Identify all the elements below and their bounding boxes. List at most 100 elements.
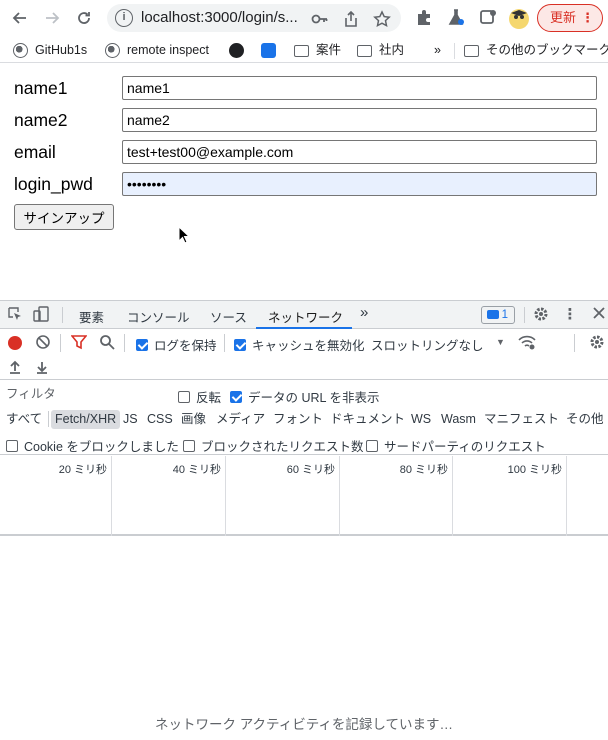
disable-cache-label: キャッシュを無効化	[252, 339, 365, 353]
toolbar-divider	[124, 334, 125, 352]
type-filter-ws[interactable]: WS	[407, 410, 435, 429]
key-icon[interactable]	[311, 10, 329, 28]
device-toolbar-icon[interactable]	[32, 306, 50, 324]
type-filter-manifest[interactable]: マニフェスト	[480, 410, 563, 429]
disable-cache-checkbox[interactable]: キャッシュを無効化	[234, 335, 365, 354]
hide-data-urls-checkbox[interactable]: データの URL を非表示	[230, 387, 380, 406]
third-party-checkbox[interactable]: サードパーティのリクエスト	[366, 436, 546, 455]
mouse-cursor-icon	[178, 226, 190, 244]
record-icon[interactable]	[8, 336, 22, 350]
search-icon[interactable]	[98, 334, 116, 352]
bookmark-github[interactable]	[229, 41, 251, 59]
resource-type-filters: すべて Fetch/XHR JS CSS 画像 メディア フォント ドキュメント…	[0, 407, 608, 431]
network-conditions-wifi-icon[interactable]	[518, 334, 536, 352]
tab-sources[interactable]: ソース	[210, 307, 247, 326]
network-overview-timeline[interactable]: 20 ミリ秒 40 ミリ秒 60 ミリ秒 80 ミリ秒 100 ミリ秒	[0, 456, 608, 536]
bookmark-remote-inspect[interactable]: remote inspect	[105, 41, 209, 59]
preserve-log-checkbox[interactable]: ログを保持	[136, 335, 217, 354]
recording-status-text: ネットワーク アクティビティを記録しています…	[154, 717, 454, 732]
globe-icon	[13, 42, 28, 58]
more-options-icon[interactable]: ⋮	[561, 306, 579, 324]
type-filter-all[interactable]: すべて	[2, 410, 46, 429]
filter-funnel-icon[interactable]	[70, 334, 88, 352]
folder-icon	[294, 45, 309, 57]
bookmark-label: 案件	[316, 43, 342, 57]
bookmark-folder-anken[interactable]: 案件	[294, 41, 341, 59]
type-filter-doc[interactable]: ドキュメント	[326, 410, 409, 429]
inspect-element-icon[interactable]	[6, 306, 24, 324]
clear-icon[interactable]	[34, 334, 52, 352]
type-filter-js[interactable]: JS	[119, 410, 142, 429]
name1-label: name1	[14, 78, 68, 98]
profile-avatar-icon[interactable]	[508, 8, 529, 29]
checkbox-checked	[136, 338, 148, 351]
update-label: 更新	[550, 10, 577, 25]
tab-divider	[524, 307, 525, 323]
update-button[interactable]: 更新 ⋮	[537, 4, 603, 32]
close-devtools-icon[interactable]	[590, 306, 608, 324]
blocked-cookies-checkbox[interactable]: Cookie をブロックしました	[6, 436, 179, 455]
type-filter-media[interactable]: メディア	[212, 410, 269, 429]
import-har-upload-icon[interactable]	[6, 360, 24, 378]
tick-label: 60 ミリ秒	[286, 464, 335, 476]
name2-input[interactable]	[122, 108, 597, 132]
type-filter-fetch-xhr[interactable]: Fetch/XHR	[51, 410, 121, 429]
star-icon[interactable]	[373, 10, 391, 28]
tab-elements[interactable]: 要素	[79, 307, 104, 326]
app-icon	[261, 42, 276, 58]
bookmark-github1s[interactable]: GitHub1s	[13, 41, 87, 59]
bookmark-app[interactable]	[261, 41, 283, 59]
signup-button[interactable]: サインアップ	[14, 204, 114, 230]
type-divider	[48, 411, 49, 427]
blocked-requests-label: ブロックされたリクエスト数	[201, 440, 364, 454]
throttling-select[interactable]: スロットリングなし	[371, 335, 484, 354]
name1-input[interactable]	[122, 76, 597, 100]
site-info-icon[interactable]: i	[115, 9, 133, 27]
type-filter-other[interactable]: その他	[562, 410, 608, 429]
dropdown-arrow-icon: ▼	[496, 337, 505, 347]
bookmarks-divider	[454, 43, 455, 59]
media-square-icon[interactable]	[478, 8, 498, 28]
blocked-requests-checkbox[interactable]: ブロックされたリクエスト数	[183, 436, 364, 455]
blocked-filters: Cookie をブロックしました ブロックされたリクエスト数 サードパーティのリ…	[0, 431, 608, 455]
login-pwd-input[interactable]	[122, 172, 597, 196]
address-bar[interactable]: i localhost:3000/login/s...	[107, 4, 401, 32]
lab-flask-icon[interactable]	[446, 8, 466, 28]
tab-network[interactable]: ネットワーク	[268, 307, 343, 326]
back-arrow-icon[interactable]	[8, 6, 32, 30]
share-icon[interactable]	[342, 10, 360, 28]
filter-input[interactable]	[2, 385, 165, 403]
type-filter-img[interactable]: 画像	[177, 410, 210, 429]
bookmark-other[interactable]: その他のブックマーク	[464, 41, 608, 59]
bookmark-folder-shanai[interactable]: 社内	[357, 41, 404, 59]
network-settings-gear-icon[interactable]	[588, 334, 606, 352]
filter-bar: 反転 データの URL を非表示	[0, 381, 608, 407]
type-filter-font[interactable]: フォント	[269, 410, 327, 429]
active-tab-indicator	[256, 327, 352, 329]
github-icon	[229, 42, 244, 58]
folder-icon	[464, 45, 479, 57]
forward-arrow-icon[interactable]	[40, 6, 64, 30]
checkbox-unchecked	[366, 439, 378, 452]
extensions-puzzle-icon[interactable]	[414, 8, 434, 28]
reload-icon[interactable]	[72, 6, 96, 30]
invert-checkbox[interactable]: 反転	[178, 387, 221, 406]
devtools-panel: 要素 コンソール ソース ネットワーク » 1 ⋮ ログを保持 キャッシュを無効…	[0, 300, 608, 740]
menu-dots-icon: ⋮	[581, 10, 594, 25]
email-input[interactable]	[122, 140, 597, 164]
bookmarks-overflow-button[interactable]: »	[434, 41, 441, 59]
bookmark-label: 社内	[379, 43, 405, 57]
toolbar-divider	[574, 334, 575, 352]
timeline-tick: 100 ミリ秒	[453, 456, 567, 536]
settings-gear-icon[interactable]	[532, 306, 550, 324]
messages-badge[interactable]: 1	[481, 306, 515, 324]
timeline-tick: 60 ミリ秒	[226, 456, 340, 536]
checkbox-unchecked	[6, 439, 18, 452]
export-har-download-icon[interactable]	[33, 360, 51, 378]
type-filter-css[interactable]: CSS	[143, 410, 177, 429]
tab-console[interactable]: コンソール	[127, 307, 190, 326]
more-tabs-button[interactable]: »	[360, 304, 368, 321]
bookmark-label: GitHub1s	[35, 43, 88, 57]
type-filter-wasm[interactable]: Wasm	[437, 410, 480, 429]
devtools-tab-bar: 要素 コンソール ソース ネットワーク » 1 ⋮	[0, 301, 608, 329]
